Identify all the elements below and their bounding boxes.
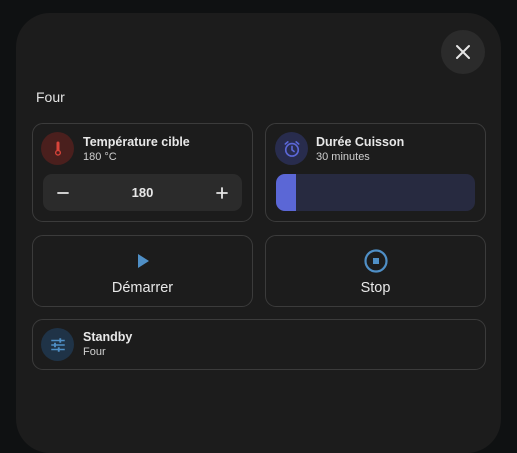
start-button[interactable]: Démarrer: [32, 235, 253, 307]
temperature-value: 180: [131, 185, 154, 200]
stop-button[interactable]: Stop: [265, 235, 486, 307]
close-button[interactable]: [441, 30, 485, 74]
play-icon: [137, 254, 149, 268]
more-info-dialog: Four Température cible 180 °C 180 Durée …: [16, 13, 501, 453]
increment-button[interactable]: [204, 174, 240, 211]
standby-name: Standby: [83, 330, 133, 344]
temperature-icon-badge[interactable]: [41, 132, 74, 165]
stop-icon-wrap: [363, 248, 389, 274]
dialog-title: Four: [36, 89, 65, 105]
duree-name: Durée Cuisson: [316, 135, 405, 149]
standby-icon-badge[interactable]: [41, 328, 74, 361]
decrement-button[interactable]: [45, 174, 81, 211]
stop-label: Stop: [360, 280, 391, 296]
duree-slider-fill: [276, 174, 296, 211]
temperature-card: Température cible 180 °C 180: [32, 123, 253, 222]
stop-circle-icon: [363, 249, 388, 273]
tune-icon: [50, 337, 65, 352]
start-icon-wrap: [130, 248, 156, 274]
duree-state: 30 minutes: [316, 151, 370, 163]
duree-card: Durée Cuisson 30 minutes: [265, 123, 486, 222]
temperature-stepper: 180: [43, 174, 242, 211]
standby-card[interactable]: Standby Four: [32, 319, 486, 370]
temperature-name: Température cible: [83, 135, 190, 149]
plus-icon: [216, 186, 228, 199]
temperature-state: 180 °C: [83, 151, 117, 163]
close-icon: [456, 45, 470, 59]
minus-icon: [57, 191, 69, 194]
duree-slider[interactable]: [276, 174, 475, 211]
timer-icon: [284, 140, 299, 157]
duree-icon-badge[interactable]: [275, 132, 308, 165]
start-label: Démarrer: [111, 280, 174, 296]
thermometer-icon: [54, 141, 61, 156]
standby-state: Four: [83, 346, 106, 358]
